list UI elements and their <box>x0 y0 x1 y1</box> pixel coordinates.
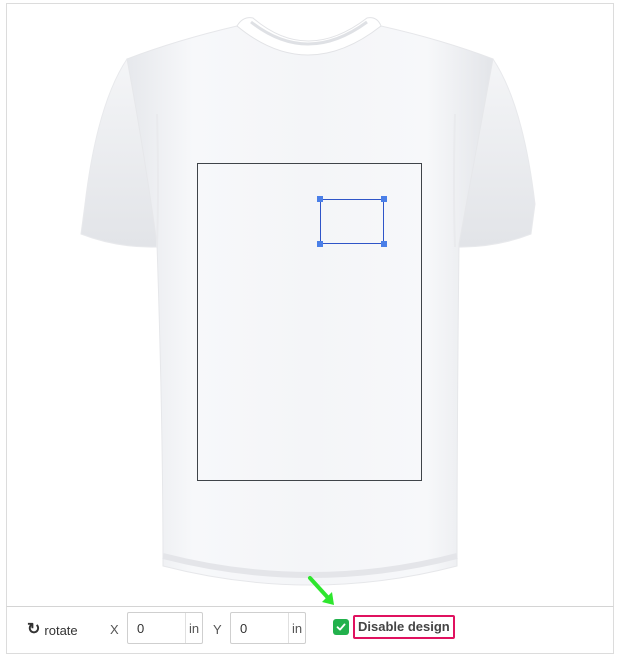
resize-handle-top-right[interactable] <box>381 196 387 202</box>
y-coordinate-group: in <box>230 612 306 644</box>
x-coordinate-group: in <box>127 612 203 644</box>
print-area-boundary <box>197 163 422 481</box>
rotate-clockwise-icon: ↻ <box>27 621 41 638</box>
y-coordinate-input[interactable] <box>231 613 288 643</box>
design-toolbar: ↻ rotate X in Y in Disable design <box>6 606 614 654</box>
design-canvas[interactable] <box>6 3 614 607</box>
y-unit-label: in <box>288 613 305 643</box>
rotate-label: rotate <box>44 622 78 638</box>
check-icon <box>336 623 346 631</box>
disable-design-checkbox[interactable] <box>333 619 349 635</box>
x-unit-label: in <box>185 613 202 643</box>
design-selection-box[interactable] <box>317 196 387 247</box>
rotate-button[interactable]: ↻ rotate <box>27 620 78 640</box>
resize-handle-bottom-right[interactable] <box>381 241 387 247</box>
resize-handle-bottom-left[interactable] <box>317 241 323 247</box>
x-coordinate-input[interactable] <box>128 613 185 643</box>
disable-design-label[interactable]: Disable design <box>353 615 455 639</box>
resize-handle-top-left[interactable] <box>317 196 323 202</box>
y-label: Y <box>213 622 222 637</box>
x-label: X <box>110 622 119 637</box>
